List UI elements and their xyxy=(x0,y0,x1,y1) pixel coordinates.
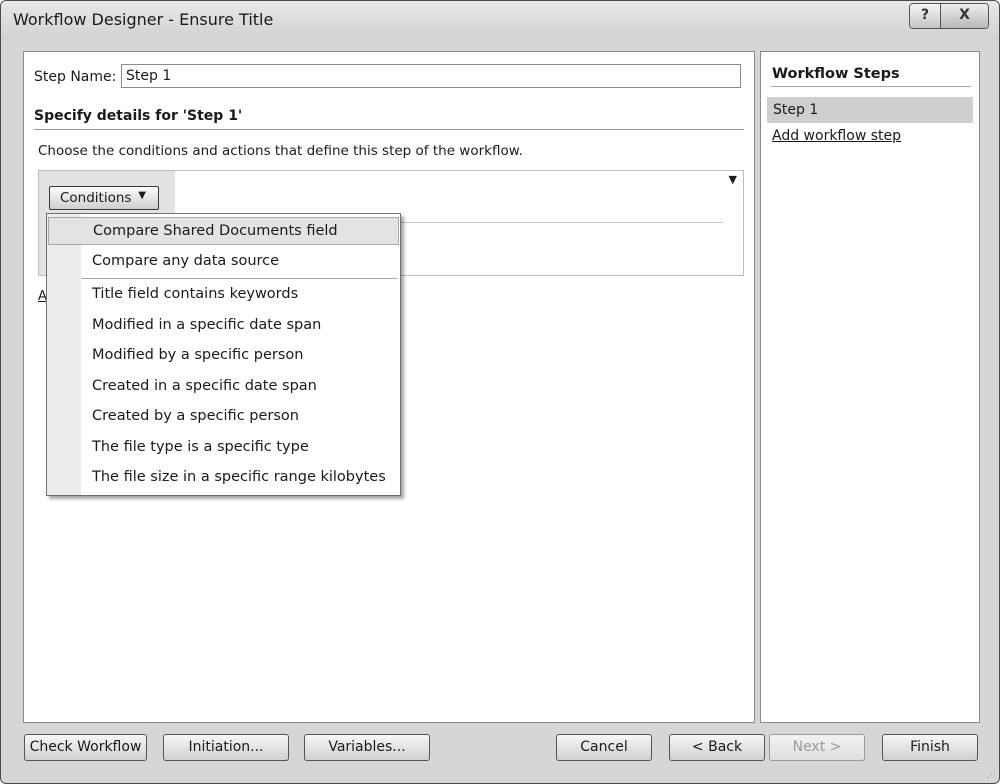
menu-item-file-type[interactable]: The file type is a specific type xyxy=(48,433,399,461)
menu-item-modified-by-person[interactable]: Modified by a specific person xyxy=(48,341,399,369)
menu-separator xyxy=(81,278,398,279)
resize-grip-icon[interactable]: ⋰ xyxy=(987,770,996,780)
caption-buttons: ? X xyxy=(909,3,989,29)
menu-item-compare-any-data-source[interactable]: Compare any data source xyxy=(48,247,399,275)
menu-item-modified-date-span[interactable]: Modified in a specific date span xyxy=(48,311,399,339)
workflow-steps-title: Workflow Steps xyxy=(772,66,900,82)
add-workflow-step-link[interactable]: Add workflow step xyxy=(772,128,901,144)
menu-item-title-contains-keywords[interactable]: Title field contains keywords xyxy=(48,280,399,308)
menu-item-created-date-span[interactable]: Created in a specific date span xyxy=(48,372,399,400)
details-title: Specify details for 'Step 1' xyxy=(34,108,243,124)
check-workflow-button[interactable]: Check Workflow xyxy=(24,734,147,761)
cancel-button[interactable]: Cancel xyxy=(556,734,652,761)
back-button[interactable]: < Back xyxy=(669,734,765,761)
finish-button[interactable]: Finish xyxy=(882,734,978,761)
details-divider xyxy=(34,129,744,130)
workflow-step-item[interactable]: Step 1 xyxy=(767,97,973,123)
caret-down-icon: ▼ xyxy=(138,190,146,201)
workflow-designer-window: Workflow Designer - Ensure Title ? X Ste… xyxy=(0,0,1000,784)
menu-item-created-by-person[interactable]: Created by a specific person xyxy=(48,402,399,430)
variables-button[interactable]: Variables... xyxy=(304,734,430,761)
workflow-steps-panel: Workflow Steps Step 1 Add workflow step xyxy=(760,51,980,723)
initiation-button[interactable]: Initiation... xyxy=(163,734,289,761)
title-bar: Workflow Designer - Ensure Title ? X xyxy=(1,1,999,39)
conditions-menu: Compare Shared Documents field Compare a… xyxy=(46,213,401,496)
step-name-row: Step Name: xyxy=(34,64,744,90)
step-name-label: Step Name: xyxy=(34,69,117,85)
help-button[interactable]: ? xyxy=(910,4,940,28)
rule-dropdown-icon[interactable]: ▼ xyxy=(729,173,737,186)
menu-item-compare-shared-documents-field[interactable]: Compare Shared Documents field xyxy=(48,217,399,245)
conditions-button[interactable]: Conditions ▼ xyxy=(49,186,159,210)
conditions-button-label: Conditions xyxy=(60,190,132,206)
menu-item-file-size-range[interactable]: The file size in a specific range kiloby… xyxy=(48,463,399,491)
workflow-steps-divider xyxy=(771,86,971,87)
next-button[interactable]: Next > xyxy=(769,734,865,761)
window-title: Workflow Designer - Ensure Title xyxy=(13,10,274,29)
details-instructions: Choose the conditions and actions that d… xyxy=(38,143,523,159)
step-name-input[interactable] xyxy=(121,64,741,88)
close-button[interactable]: X xyxy=(940,4,988,28)
